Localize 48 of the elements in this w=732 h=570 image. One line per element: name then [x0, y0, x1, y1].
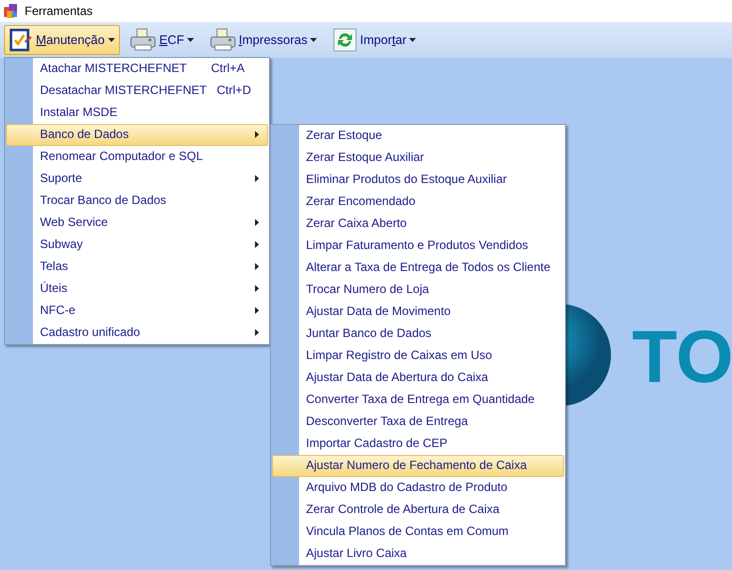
menu-item[interactable]: Vincula Planos de Contas em Comum: [272, 521, 564, 543]
menu-item[interactable]: Instalar MSDE: [6, 102, 268, 124]
menu-item[interactable]: Desconverter Taxa de Entrega: [272, 411, 564, 433]
menu-item[interactable]: Alterar a Taxa de Entrega de Todos os Cliente: [272, 257, 564, 279]
app-icon: [2, 3, 19, 19]
menu-item[interactable]: Web Service: [6, 212, 268, 234]
menu-item[interactable]: Ajustar Data de Abertura do Caixa: [272, 367, 564, 389]
menu-item[interactable]: Zerar Encomendado: [272, 191, 564, 213]
menu-item[interactable]: Trocar Numero de Loja: [272, 279, 564, 301]
printer-icon: [210, 28, 236, 52]
menu-button[interactable]: Importar: [328, 25, 422, 55]
printer-icon: [130, 28, 156, 52]
menu-item[interactable]: Banco de Dados: [6, 124, 268, 146]
menu-item[interactable]: Importar Cadastro de CEP: [272, 433, 564, 455]
menu-item[interactable]: Ajustar Livro Caixa: [272, 543, 564, 565]
menu-item[interactable]: Subway: [6, 234, 268, 256]
menu-item[interactable]: Arquivo MDB do Cadastro de Produto: [272, 477, 564, 499]
caret-icon: [409, 38, 416, 42]
menu-item[interactable]: Ajustar Numero de Fechamento de Caixa: [272, 455, 564, 477]
menu-item[interactable]: Converter Taxa de Entrega em Quantidade: [272, 389, 564, 411]
menu-button[interactable]: Manutenção: [4, 25, 120, 55]
menu-item[interactable]: Telas: [6, 256, 268, 278]
menu-item[interactable]: Zerar Controle de Abertura de Caixa: [272, 499, 564, 521]
menu-item[interactable]: NFC-e: [6, 300, 268, 322]
menu-item[interactable]: Desatachar MISTERCHEFNET Ctrl+D: [6, 80, 268, 102]
menu-item[interactable]: Atachar MISTERCHEFNET Ctrl+A: [6, 58, 268, 80]
menu-item[interactable]: Zerar Estoque Auxiliar: [272, 147, 564, 169]
menu-item[interactable]: Cadastro unificado: [6, 322, 268, 344]
menu-item[interactable]: Trocar Banco de Dados: [6, 190, 268, 212]
caret-icon: [187, 38, 194, 42]
menu-item[interactable]: Eliminar Produtos do Estoque Auxiliar: [272, 169, 564, 191]
menu-item[interactable]: Juntar Banco de Dados: [272, 323, 564, 345]
logo-text: TO: [632, 320, 732, 394]
menu-item[interactable]: Limpar Registro de Caixas em Uso: [272, 345, 564, 367]
menu-item[interactable]: Renomear Computador e SQL: [6, 146, 268, 168]
menu-item[interactable]: Suporte: [6, 168, 268, 190]
window-title: Ferramentas: [24, 3, 93, 20]
caret-icon: [108, 38, 115, 42]
refresh-icon: [333, 28, 358, 52]
menu-item[interactable]: Zerar Estoque: [272, 125, 564, 147]
menu-item[interactable]: Limpar Faturamento e Produtos Vendidos: [272, 235, 564, 257]
menu-button[interactable]: ECF: [125, 25, 200, 55]
clipboard-check-icon: [9, 28, 33, 52]
caret-icon: [310, 38, 318, 42]
menu-button[interactable]: Impressoras: [204, 25, 322, 55]
menu-item[interactable]: Zerar Caixa Aberto: [272, 213, 564, 235]
menu-item[interactable]: Úteis: [6, 278, 268, 300]
menu-item[interactable]: Ajustar Data de Movimento: [272, 301, 564, 323]
